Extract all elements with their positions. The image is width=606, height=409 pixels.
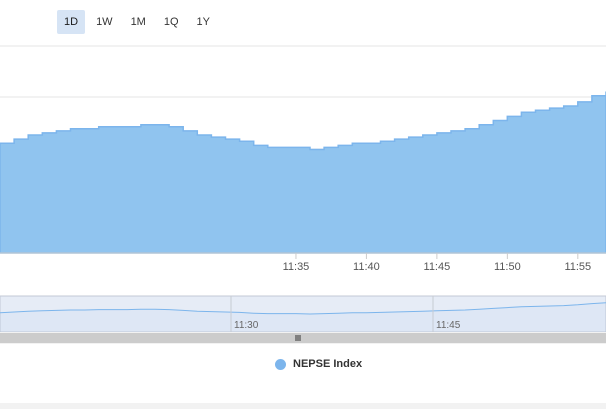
legend[interactable]: NEPSE Index xyxy=(275,358,362,370)
navigator-tick-1130: 11:30 xyxy=(234,320,259,331)
navigator-scrollbar-thumb[interactable] xyxy=(0,333,606,343)
x-axis-ticks: 11:35 11:40 11:45 11:50 11:55 xyxy=(283,253,591,273)
bottom-strip xyxy=(0,403,606,409)
area-series xyxy=(0,91,606,254)
legend-marker-icon xyxy=(275,358,286,370)
x-tick-label: 11:50 xyxy=(494,261,521,273)
legend-label[interactable]: NEPSE Index xyxy=(293,358,362,370)
x-tick-label: 11:40 xyxy=(353,261,380,273)
navigator-tick-1145: 11:45 xyxy=(436,320,461,331)
chart-svg: 11:35 11:40 11:45 11:50 11:55 11:30 11:45 xyxy=(0,45,606,344)
x-tick-label: 11:45 xyxy=(424,261,451,273)
x-tick-label: 11:35 xyxy=(283,261,310,273)
area-series-nepse-index[interactable] xyxy=(0,91,606,254)
x-tick-label: 11:55 xyxy=(564,261,591,273)
